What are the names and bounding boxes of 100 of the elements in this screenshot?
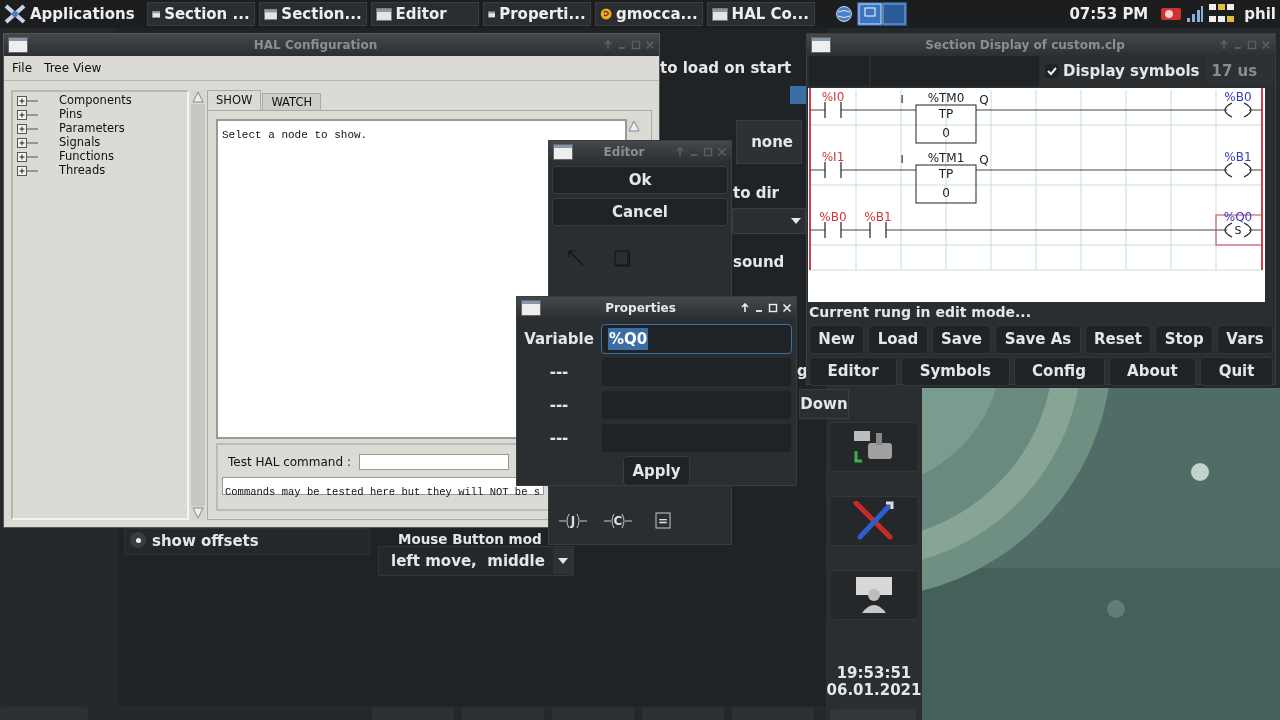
window-icon [811, 37, 831, 53]
grid-icon[interactable] [1208, 3, 1237, 25]
none-button[interactable]: none [736, 120, 802, 164]
tab[interactable]: WATCH [262, 93, 322, 110]
field-label: --- [548, 394, 570, 416]
expand-icon[interactable] [17, 124, 39, 134]
expand-icon[interactable] [17, 152, 39, 162]
toolbar-button[interactable]: Editor [809, 357, 898, 386]
contact-symbol[interactable] [869, 221, 887, 239]
timer-label: %TM1 [927, 151, 965, 165]
clock[interactable]: 07:53 PM [1069, 2, 1149, 26]
command-note-field: Commands may be tested here but they will NOT be s [222, 477, 544, 495]
timer-block[interactable] [915, 104, 977, 144]
scrollbar[interactable] [191, 90, 205, 520]
toolbar-button[interactable]: Vars [1217, 325, 1273, 354]
checkbox[interactable] [1045, 64, 1059, 78]
taskbar-button[interactable]: HAL Co... [706, 2, 815, 26]
expand-icon[interactable] [17, 138, 39, 148]
coil-tool-button[interactable]: C [604, 512, 632, 530]
timer-input-label: I [900, 153, 904, 166]
dropdown-arrow-button[interactable] [552, 548, 573, 574]
expand-icon[interactable] [17, 110, 39, 120]
scroll-up-icon[interactable] [627, 119, 641, 133]
down-button[interactable]: Down [799, 389, 849, 419]
tree-item[interactable]: Threads [59, 162, 106, 180]
coil-symbol[interactable] [1224, 222, 1252, 238]
window-icon [711, 7, 728, 21]
coil-label: %B0 [1224, 90, 1252, 104]
command-field[interactable] [358, 454, 509, 470]
window-icon [553, 144, 573, 160]
output-text: Select a node to show. [222, 129, 368, 141]
applications-menu[interactable]: Applications [4, 2, 143, 26]
user-name[interactable]: phil [1244, 2, 1276, 26]
taskbar-button[interactable]: Properti... [482, 2, 591, 26]
taskbar-button[interactable]: Section... [258, 2, 367, 26]
contact-symbol[interactable] [824, 101, 842, 119]
contact-symbol[interactable] [824, 221, 842, 239]
dialog-button[interactable]: Ok [552, 166, 728, 194]
toolbar-button[interactable]: Quit [1200, 357, 1273, 386]
window-icon [8, 37, 28, 53]
status-text: Current rung in edit mode... [808, 303, 1032, 322]
menu-item[interactable]: Tree View [44, 59, 102, 77]
window-icon [521, 300, 541, 316]
expand-icon[interactable] [17, 96, 39, 106]
app-icon [599, 6, 612, 22]
toolbar-button[interactable]: About [1108, 357, 1197, 386]
caret-icon [557, 558, 568, 564]
timer-mode: TP [938, 167, 954, 181]
tab[interactable]: SHOW [207, 90, 262, 110]
contact-label: %I0 [821, 90, 845, 104]
contact-symbol[interactable] [824, 161, 842, 179]
launcher-tile[interactable] [829, 422, 919, 472]
toolbar-button[interactable]: Config [1013, 357, 1105, 386]
dialog-button[interactable]: Cancel [552, 198, 728, 226]
scroll-up-icon[interactable] [191, 90, 205, 104]
signal-icon[interactable] [1186, 5, 1205, 23]
coil-symbol[interactable] [1224, 162, 1252, 178]
mouse-mode-dropdown[interactable]: left move, middle [378, 546, 574, 576]
toolbar-button[interactable]: New [809, 325, 865, 354]
tree-item[interactable]: Pins [59, 106, 83, 124]
toolbar-button[interactable]: Symbols [901, 357, 1010, 386]
field-label: --- [548, 427, 570, 449]
coil-type-label: S [1234, 224, 1242, 237]
show-offsets-label: show offsets [152, 531, 259, 552]
timer-output-label: Q [979, 153, 989, 167]
sound-label: sound [733, 252, 785, 273]
cut-label: g [797, 361, 808, 382]
command-label: Test HAL command : [228, 454, 351, 471]
taskbar-button[interactable]: Section ... [146, 2, 255, 26]
input-field[interactable]: %Q0 [601, 324, 792, 354]
field-label: --- [548, 361, 570, 383]
timer-block[interactable] [915, 164, 977, 204]
window-title: HAL Configuration [252, 37, 379, 54]
globe-icon[interactable] [834, 5, 853, 23]
toolbar-button[interactable]: Stop [1155, 325, 1213, 354]
launcher-tile[interactable] [829, 496, 919, 546]
taskbar-button[interactable]: gmocca... [594, 2, 703, 26]
caret-icon [791, 218, 801, 224]
field-value: %Q0 [608, 327, 649, 351]
timer-label: %TM0 [927, 91, 965, 105]
expand-icon[interactable] [17, 166, 39, 176]
toolbar-button[interactable]: Reset [1084, 325, 1152, 354]
contact-label: %B1 [864, 210, 892, 224]
menu-item[interactable]: File [12, 59, 33, 77]
toolbar-button[interactable]: Save [931, 325, 992, 354]
scroll-down-icon[interactable] [191, 506, 205, 520]
coil-tool-button[interactable]: J [559, 512, 587, 530]
tools-icon [852, 501, 896, 541]
record-icon[interactable] [1160, 6, 1183, 22]
toolbar-button[interactable]: Save As [995, 325, 1081, 354]
workspace-switcher-icon[interactable] [856, 2, 907, 26]
coil-symbol[interactable] [1224, 102, 1252, 118]
time-label: 19:53:51 [835, 663, 913, 683]
dir-label: to dir [733, 183, 779, 204]
apply-button[interactable]: Apply [623, 456, 690, 486]
x-logo-icon [4, 4, 26, 24]
launcher-tile[interactable] [829, 570, 919, 620]
taskbar-button[interactable]: Editor [370, 2, 479, 26]
toolbar-button[interactable]: Load [868, 325, 928, 354]
coil-label: %Q0 [1223, 210, 1253, 224]
